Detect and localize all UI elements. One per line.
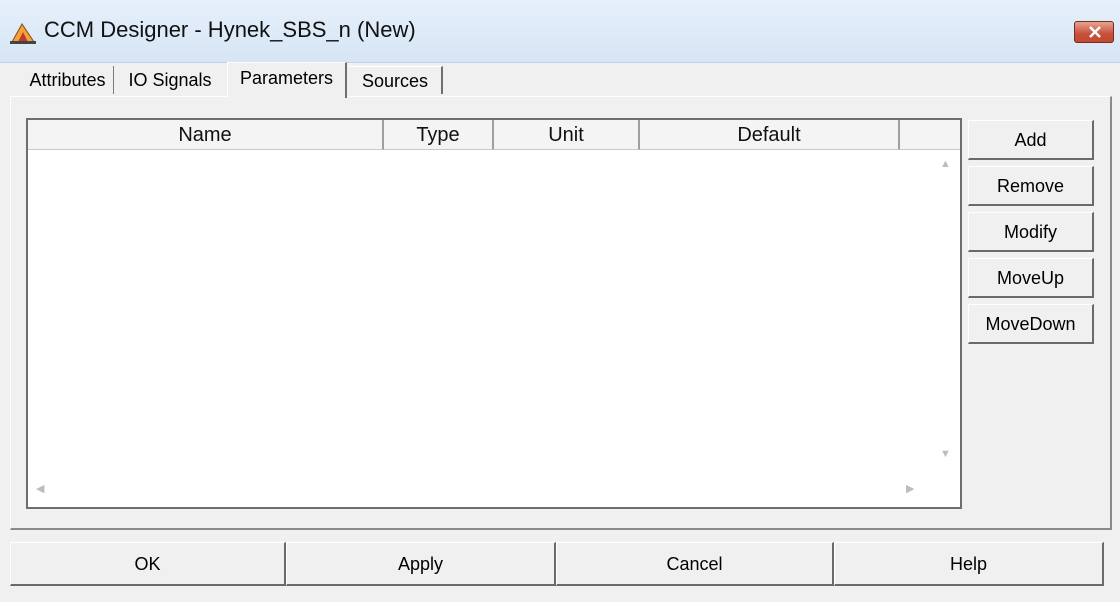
column-header-blank[interactable] — [900, 120, 960, 150]
add-button[interactable]: Add — [968, 120, 1094, 160]
app-icon — [8, 20, 38, 46]
horizontal-scrollbar[interactable]: ◀ ▶ — [28, 476, 934, 504]
column-header-unit[interactable]: Unit — [494, 120, 640, 150]
cancel-button[interactable]: Cancel — [556, 542, 834, 586]
vertical-scrollbar[interactable]: ▲ ▼ — [934, 152, 958, 472]
apply-button[interactable]: Apply — [286, 542, 556, 586]
list-header: Name Type Unit Default — [28, 120, 960, 150]
tab-parameters[interactable]: Parameters — [227, 62, 347, 98]
column-header-name[interactable]: Name — [28, 120, 384, 150]
close-icon — [1089, 26, 1101, 38]
scroll-left-icon[interactable]: ◀ — [36, 482, 44, 495]
tab-io-signals[interactable]: IO Signals — [118, 66, 222, 94]
movedown-button[interactable]: MoveDown — [968, 304, 1094, 344]
modify-button[interactable]: Modify — [968, 212, 1094, 252]
help-button[interactable]: Help — [834, 542, 1104, 586]
scroll-up-icon[interactable]: ▲ — [940, 158, 951, 170]
remove-button[interactable]: Remove — [968, 166, 1094, 206]
scroll-down-icon[interactable]: ▼ — [940, 448, 951, 460]
window-title: CCM Designer - Hynek_SBS_n (New) — [44, 17, 416, 42]
title-bar: CCM Designer - Hynek_SBS_n (New) — [0, 0, 1120, 63]
parameters-list[interactable]: Name Type Unit Default ▲ ▼ ◀ ▶ — [26, 118, 962, 509]
close-button[interactable] — [1074, 21, 1114, 43]
column-header-default[interactable]: Default — [640, 120, 900, 150]
tab-attributes[interactable]: Attributes — [22, 66, 114, 94]
ok-button[interactable]: OK — [10, 542, 286, 586]
scroll-right-icon[interactable]: ▶ — [906, 482, 914, 495]
tab-sources[interactable]: Sources — [349, 66, 443, 94]
column-header-type[interactable]: Type — [384, 120, 494, 150]
moveup-button[interactable]: MoveUp — [968, 258, 1094, 298]
